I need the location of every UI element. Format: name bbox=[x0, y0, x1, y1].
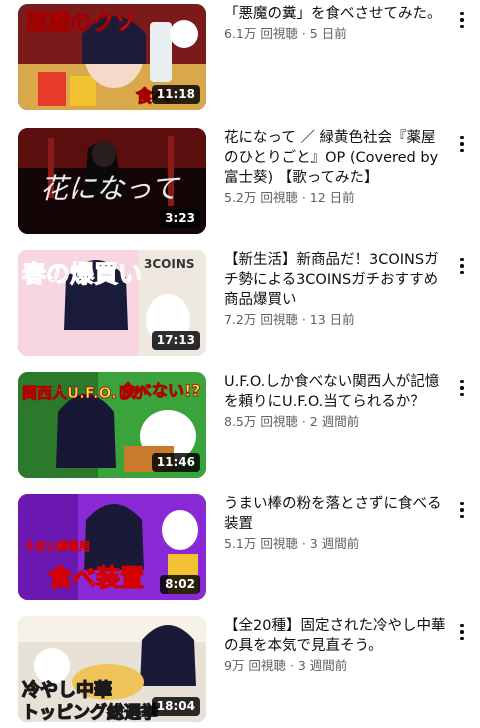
more-vert-icon[interactable] bbox=[452, 620, 472, 644]
video-list: 悪魔のクソ 食べ 11:18 「悪魔の糞」を食べさせてみた。 6.1万 回視聴 … bbox=[0, 0, 480, 728]
view-count: 7.2万 回視聴 bbox=[224, 312, 298, 327]
upload-age: 3 週間前 bbox=[309, 536, 360, 551]
video-item[interactable]: 関西人U.F.O.しか 食べない!? 11:46 U.F.O.しか食べない関西人… bbox=[0, 372, 480, 478]
video-item[interactable]: 悪魔のクソ 食べ 11:18 「悪魔の糞」を食べさせてみた。 6.1万 回視聴 … bbox=[0, 4, 480, 110]
duration-badge: 17:13 bbox=[151, 331, 200, 350]
more-vert-icon[interactable] bbox=[452, 376, 472, 400]
video-title[interactable]: 【全20種】固定された冷やし中華の具を本気で見直そう。 bbox=[224, 616, 446, 656]
view-count: 5.2万 回視聴 bbox=[224, 190, 298, 205]
thumbnail-caption: 冷やし中華 bbox=[22, 679, 112, 701]
more-vert-icon[interactable] bbox=[452, 498, 472, 522]
thumbnail-caption-secondary: 食べない!? bbox=[119, 381, 201, 400]
thumbnail-caption: 花になって bbox=[40, 172, 181, 205]
duration-badge: 18:04 bbox=[151, 697, 200, 716]
more-vert-icon[interactable] bbox=[452, 132, 472, 156]
separator: · bbox=[297, 536, 310, 551]
video-meta[interactable]: 【全20種】固定された冷やし中華の具を本気で見直そう。 9万 回視聴 · 3 週… bbox=[224, 616, 446, 675]
video-title[interactable]: うまい棒の粉を落とさずに食べる装置 bbox=[224, 494, 446, 534]
video-item[interactable]: 冷やし中華 トッピング総選挙 18:04 【全20種】固定された冷やし中華の具を… bbox=[0, 616, 480, 722]
upload-age: 2 週間前 bbox=[309, 414, 360, 429]
video-meta[interactable]: 【新生活】新商品だ！3COINSガチ勢による3COINSガチおすすめ商品爆買い … bbox=[224, 250, 446, 329]
separator: · bbox=[297, 414, 310, 429]
separator: · bbox=[297, 26, 310, 41]
separator: · bbox=[297, 312, 310, 327]
video-thumbnail[interactable]: 春の爆買い 3COINS 17:13 bbox=[18, 250, 206, 356]
video-stats: 5.1万 回視聴 · 3 週間前 bbox=[224, 535, 446, 553]
view-count: 9万 回視聴 bbox=[224, 658, 286, 673]
thumbnail-caption: 悪魔のクソ bbox=[26, 10, 136, 36]
video-title[interactable]: 花になって ／ 緑黄色社会『薬屋のひとりごと』OP (Covered by 富士… bbox=[224, 128, 446, 188]
view-count: 6.1万 回視聴 bbox=[224, 26, 298, 41]
duration-badge: 11:18 bbox=[151, 85, 200, 104]
thumbnail-caption: 食べ装置 bbox=[48, 564, 144, 592]
duration-badge: 11:46 bbox=[151, 453, 200, 472]
video-thumbnail[interactable]: 関西人U.F.O.しか 食べない!? 11:46 bbox=[18, 372, 206, 478]
video-meta[interactable]: U.F.O.しか食べない関西人が記憶を頼りにU.F.O.当てられるか？ 8.5万… bbox=[224, 372, 446, 431]
video-title[interactable]: 【新生活】新商品だ！3COINSガチ勢による3COINSガチおすすめ商品爆買い bbox=[224, 250, 446, 310]
video-meta[interactable]: 花になって ／ 緑黄色社会『薬屋のひとりごと』OP (Covered by 富士… bbox=[224, 128, 446, 207]
video-stats: 9万 回視聴 · 3 週間前 bbox=[224, 657, 446, 675]
video-thumbnail[interactable]: 冷やし中華 トッピング総選挙 18:04 bbox=[18, 616, 206, 722]
upload-age: 3 週間前 bbox=[297, 658, 348, 673]
thumbnail-caption-secondary: うまい棒専用 bbox=[24, 539, 90, 553]
video-stats: 5.2万 回視聴 · 12 日前 bbox=[224, 189, 446, 207]
video-title[interactable]: U.F.O.しか食べない関西人が記憶を頼りにU.F.O.当てられるか？ bbox=[224, 372, 446, 412]
video-item[interactable]: 春の爆買い 3COINS 17:13 【新生活】新商品だ！3COINSガチ勢によ… bbox=[0, 250, 480, 356]
view-count: 5.1万 回視聴 bbox=[224, 536, 298, 551]
video-stats: 7.2万 回視聴 · 13 日前 bbox=[224, 311, 446, 329]
separator: · bbox=[285, 658, 298, 673]
video-meta[interactable]: 「悪魔の糞」を食べさせてみた。 6.1万 回視聴 · 5 日前 bbox=[224, 4, 446, 43]
video-item[interactable]: 花になって 3:23 花になって ／ 緑黄色社会『薬屋のひとりごと』OP (Co… bbox=[0, 128, 480, 234]
video-stats: 6.1万 回視聴 · 5 日前 bbox=[224, 25, 446, 43]
upload-age: 12 日前 bbox=[309, 190, 355, 205]
video-stats: 8.5万 回視聴 · 2 週間前 bbox=[224, 413, 446, 431]
upload-age: 13 日前 bbox=[309, 312, 355, 327]
duration-badge: 8:02 bbox=[160, 575, 200, 594]
video-thumbnail[interactable]: 悪魔のクソ 食べ 11:18 bbox=[18, 4, 206, 110]
video-thumbnail[interactable]: 花になって 3:23 bbox=[18, 128, 206, 234]
view-count: 8.5万 回視聴 bbox=[224, 414, 298, 429]
thumbnail-caption-secondary: トッピング総選挙 bbox=[22, 702, 159, 722]
separator: · bbox=[297, 190, 310, 205]
duration-badge: 3:23 bbox=[160, 209, 200, 228]
video-thumbnail[interactable]: うまい棒専用 食べ装置 8:02 bbox=[18, 494, 206, 600]
more-vert-icon[interactable] bbox=[452, 8, 472, 32]
upload-age: 5 日前 bbox=[309, 26, 347, 41]
video-meta[interactable]: うまい棒の粉を落とさずに食べる装置 5.1万 回視聴 · 3 週間前 bbox=[224, 494, 446, 553]
more-vert-icon[interactable] bbox=[452, 254, 472, 278]
video-item[interactable]: うまい棒専用 食べ装置 8:02 うまい棒の粉を落とさずに食べる装置 5.1万 … bbox=[0, 494, 480, 600]
video-title[interactable]: 「悪魔の糞」を食べさせてみた。 bbox=[224, 4, 446, 24]
thumbnail-caption: 春の爆買い bbox=[22, 260, 142, 288]
thumbnail-caption-secondary: 3COINS bbox=[144, 257, 195, 271]
